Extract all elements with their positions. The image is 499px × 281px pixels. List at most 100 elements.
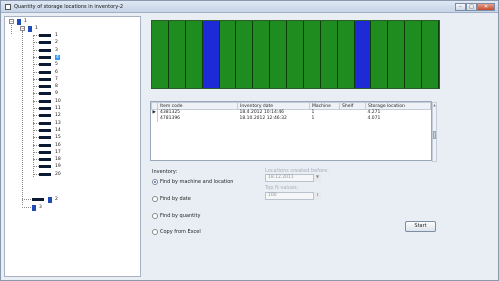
tree-connector [22, 199, 31, 200]
tree-node-label: 1 [35, 26, 38, 31]
tree-leaf-18[interactable]: 18 [39, 156, 61, 163]
radio-dot[interactable] [152, 196, 158, 202]
tree-leaf-3[interactable]: 3 [39, 47, 58, 54]
grid-header-row: Item code Inventory date Machine Shelf S… [151, 102, 431, 110]
tree-leaf-7[interactable]: 7 [39, 76, 58, 83]
tree-connector [11, 25, 12, 34]
leaf-icon [39, 85, 51, 89]
column-header-inventory-date[interactable]: Inventory date [237, 102, 310, 110]
shelf-slot-17[interactable] [422, 21, 439, 88]
minimize-button[interactable]: – [455, 3, 466, 11]
tree-node-label: 1 [24, 19, 27, 24]
radio-label: Find by quantity [160, 213, 201, 219]
leaf-icon [39, 41, 51, 45]
leaf-icon [39, 77, 51, 81]
title-bar: Quantity of storage locations in invento… [1, 1, 498, 13]
start-button[interactable]: Start [405, 221, 436, 232]
shelf-slot-13[interactable] [354, 21, 372, 88]
tree-leaf-16[interactable]: 16 [39, 142, 61, 149]
tree-leaf-11[interactable]: 11 [39, 105, 61, 112]
tree-leaf-10[interactable]: 10 [39, 98, 61, 105]
tree-node-sibling-2[interactable]: 2 [32, 196, 58, 203]
tree-leaf-2[interactable]: 2 [39, 39, 58, 46]
tree-node-child[interactable]: 1 [28, 25, 38, 32]
shelf-slot-11[interactable] [320, 21, 338, 88]
tree-leaf-5[interactable]: 5 [39, 61, 58, 68]
tree-leaf-12[interactable]: 12 [39, 112, 61, 119]
tree-leaf-19[interactable]: 19 [39, 163, 61, 170]
tree-leaf-9[interactable]: 9 [39, 90, 58, 97]
column-header-storage-location[interactable]: Storage location [365, 102, 431, 110]
tree-leaf-label: 19 [55, 164, 61, 170]
tree-node-label: 2 [55, 197, 58, 202]
leaf-icon [39, 158, 51, 162]
radio-dot[interactable] [152, 229, 158, 235]
shelf-slot-10[interactable] [303, 21, 321, 88]
radio-dot[interactable] [152, 213, 158, 219]
tree-node-sibling-3[interactable]: 3 [32, 204, 42, 211]
shelf-slot-14[interactable] [371, 21, 389, 88]
shelf-slot-2[interactable] [168, 21, 186, 88]
maximize-button[interactable]: □ [466, 3, 477, 11]
inventory-grid[interactable]: Item code Inventory date Machine Shelf S… [150, 101, 437, 162]
shelf-slot-1[interactable] [152, 21, 169, 88]
shelf-slot-6[interactable] [236, 21, 254, 88]
table-row[interactable]: 4781396 18.10.2012 12:46:32 1 4.071 [151, 115, 431, 122]
tree-leaf-label: 16 [55, 142, 61, 148]
column-header-machine[interactable]: Machine [309, 102, 340, 110]
column-header-shelf[interactable]: Shelf [339, 102, 366, 110]
shelf-slot-16[interactable] [405, 21, 422, 88]
shelf-slot-7[interactable] [253, 21, 271, 88]
tree-leaf-1[interactable]: 1 [39, 32, 58, 39]
leaf-icon [39, 150, 51, 154]
close-button[interactable]: ✕ [477, 3, 495, 11]
calendar-dropdown-icon[interactable]: ▼ [313, 174, 321, 182]
shelf-slot-4[interactable] [202, 21, 220, 88]
tree-leaf-4[interactable]: 4 [39, 54, 60, 61]
cell-storage-location[interactable]: 4.071 [366, 116, 431, 122]
tree-leaf-8[interactable]: 8 [39, 83, 58, 90]
leaf-icon [39, 63, 51, 67]
inventory-section-label: Inventory: [152, 169, 178, 175]
child-collapse-toggle[interactable]: − [20, 26, 25, 31]
node-icon [48, 196, 52, 203]
cell-machine[interactable]: 1 [310, 116, 340, 122]
tree-node-root[interactable]: 1 [17, 18, 27, 25]
tree-leaf-label: 20 [55, 171, 61, 177]
shelf-slot-3[interactable] [185, 21, 203, 88]
radio-find-by-machine-location[interactable]: Find by machine and location [152, 179, 233, 185]
column-header-item-code[interactable]: Item code [157, 102, 238, 110]
tree-leaf-label: 2 [55, 40, 58, 46]
tree-leaf-15[interactable]: 15 [39, 134, 61, 141]
radio-copy-from-excel[interactable]: Copy from Excel [152, 229, 201, 235]
radio-find-by-date[interactable]: Find by date [152, 196, 191, 202]
radio-label: Copy from Excel [160, 229, 201, 235]
cell-item-code[interactable]: 4781396 [158, 116, 238, 122]
scroll-up-icon[interactable]: ▲ [433, 103, 436, 108]
tree-leaf-6[interactable]: 6 [39, 69, 58, 76]
tree-leaf-label: 15 [55, 135, 61, 141]
location-tree[interactable]: − 1 − 1 1 2 3 4 5 6 7 8 9 10 11 12 13 14 15 16 17 18 19 20 … [4, 16, 141, 277]
cell-inventory-date[interactable]: 18.10.2012 12:46:32 [238, 116, 310, 122]
leaf-icon [39, 99, 51, 103]
shelf-visualization[interactable] [151, 20, 440, 89]
tree-leaf-label: 1 [55, 33, 58, 38]
tree-leaf-14[interactable]: 14 [39, 127, 61, 134]
cell-shelf[interactable] [340, 116, 366, 122]
root-collapse-toggle[interactable]: − [9, 19, 14, 24]
radio-find-by-quantity[interactable]: Find by quantity [152, 213, 200, 219]
tree-leaf-20[interactable]: 20 [39, 171, 61, 178]
leaf-icon [39, 128, 51, 132]
shelf-slot-9[interactable] [287, 21, 304, 88]
tree-leaf-17[interactable]: 17 [39, 149, 61, 156]
shelf-slot-12[interactable] [337, 21, 355, 88]
stepper-arrows-icon[interactable]: ⇕ [313, 192, 321, 200]
grid-scrollbar[interactable]: ▲ [432, 102, 437, 162]
shelf-slot-15[interactable] [388, 21, 406, 88]
scroll-thumb[interactable] [433, 131, 436, 139]
radio-dot[interactable] [152, 179, 158, 185]
tree-leaf-13[interactable]: 13 [39, 120, 61, 127]
shelf-slot-8[interactable] [270, 21, 287, 88]
shelf-slot-5[interactable] [219, 21, 237, 88]
node-icon [32, 204, 36, 211]
